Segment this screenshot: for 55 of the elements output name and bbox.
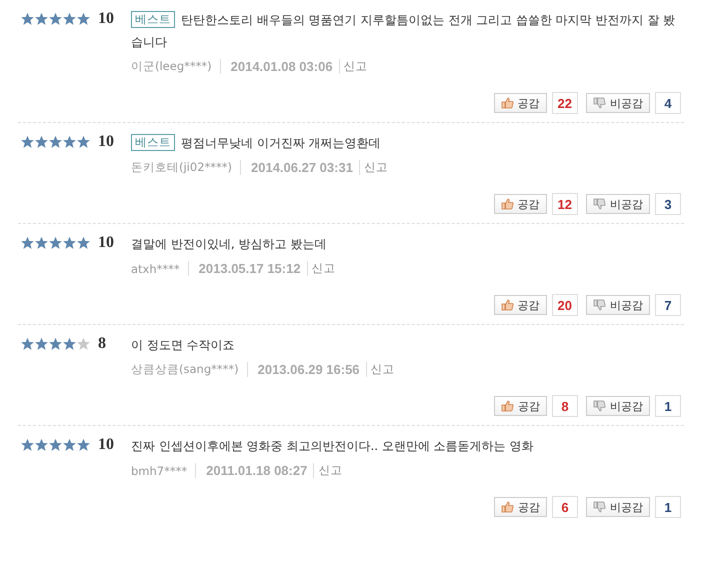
thumbs-down-icon	[593, 198, 606, 210]
dislike-button[interactable]: 비공감	[586, 194, 650, 214]
review-text: 베스트 탄탄한스토리 배우들의 명품연기 지루할틈이없는 전개 그리고 씁쓸한 마지막 반전까지 잘 봤습니다	[131, 10, 676, 51]
review-date: 2011.01.18 08:27	[195, 463, 314, 478]
dislike-count: 3	[655, 193, 681, 215]
like-button[interactable]: 공감	[494, 93, 547, 113]
like-count: 20	[552, 294, 578, 316]
thumbs-up-icon	[500, 97, 514, 109]
rating-score: 10	[98, 436, 114, 454]
dislike-button[interactable]: 비공감	[586, 295, 650, 315]
review-text: 이 정도면 수작이죠	[131, 337, 236, 354]
dislike-count: 4	[655, 92, 681, 114]
like-count: 6	[552, 496, 578, 518]
thumbs-down-icon	[593, 97, 606, 109]
like-button[interactable]: 공감	[494, 497, 547, 517]
author-name: bmh7****	[131, 464, 188, 478]
thumbs-up-icon	[501, 400, 514, 412]
report-link[interactable]: 신고	[366, 362, 395, 377]
dislike-count: 7	[655, 294, 681, 316]
review-text: 결말에 반전이있네, 방심하고 봤는데	[131, 236, 328, 253]
author-name: 상큼상큼(sang****)	[131, 362, 239, 377]
thumbs-down-icon	[593, 400, 606, 412]
report-link[interactable]: 신고	[306, 261, 336, 276]
thumbs-down-icon	[593, 299, 606, 311]
report-link[interactable]: 신고	[338, 59, 368, 74]
review-date: 2013.06.29 16:56	[246, 362, 366, 377]
review-date: 2014.06.27 03:31	[240, 160, 359, 175]
like-count: 8	[552, 395, 578, 417]
rating-score: 10	[98, 234, 114, 252]
author-name: atxh****	[131, 262, 180, 276]
dislike-count: 1	[655, 496, 681, 518]
like-button[interactable]: 공감	[494, 396, 547, 416]
report-link[interactable]: 신고	[313, 463, 342, 478]
author-name: 돈키호테(ji02****)	[131, 160, 232, 175]
thumbs-up-icon	[501, 501, 514, 513]
like-count: 22	[552, 92, 578, 114]
thumbs-down-icon	[593, 501, 606, 513]
dislike-count: 1	[655, 395, 681, 417]
dislike-button[interactable]: 비공감	[586, 497, 650, 517]
review-text: 진짜 인셉션이후에본 영화중 최고의반전이다.. 오랜만에 소름돋게하는 영화	[131, 438, 535, 455]
rating-score: 10	[98, 10, 114, 28]
rating-score: 8	[98, 335, 106, 353]
thumbs-up-icon	[500, 198, 514, 210]
rating-score: 10	[98, 133, 114, 151]
like-button[interactable]: 공감	[494, 194, 547, 214]
dislike-button[interactable]: 비공감	[586, 93, 650, 113]
like-count: 12	[552, 193, 578, 215]
like-button[interactable]: 공감	[494, 295, 547, 315]
thumbs-up-icon	[500, 299, 514, 311]
report-link[interactable]: 신고	[358, 160, 388, 175]
review-date: 2013.05.17 15:12	[188, 261, 307, 276]
review-date: 2014.01.08 03:06	[220, 59, 339, 74]
author-name: 이군(leeg****)	[131, 59, 212, 74]
dislike-button[interactable]: 비공감	[586, 396, 650, 416]
review-text: 베스트 평점너무낮네 이거진짜 개쩌는영환데	[131, 132, 684, 154]
